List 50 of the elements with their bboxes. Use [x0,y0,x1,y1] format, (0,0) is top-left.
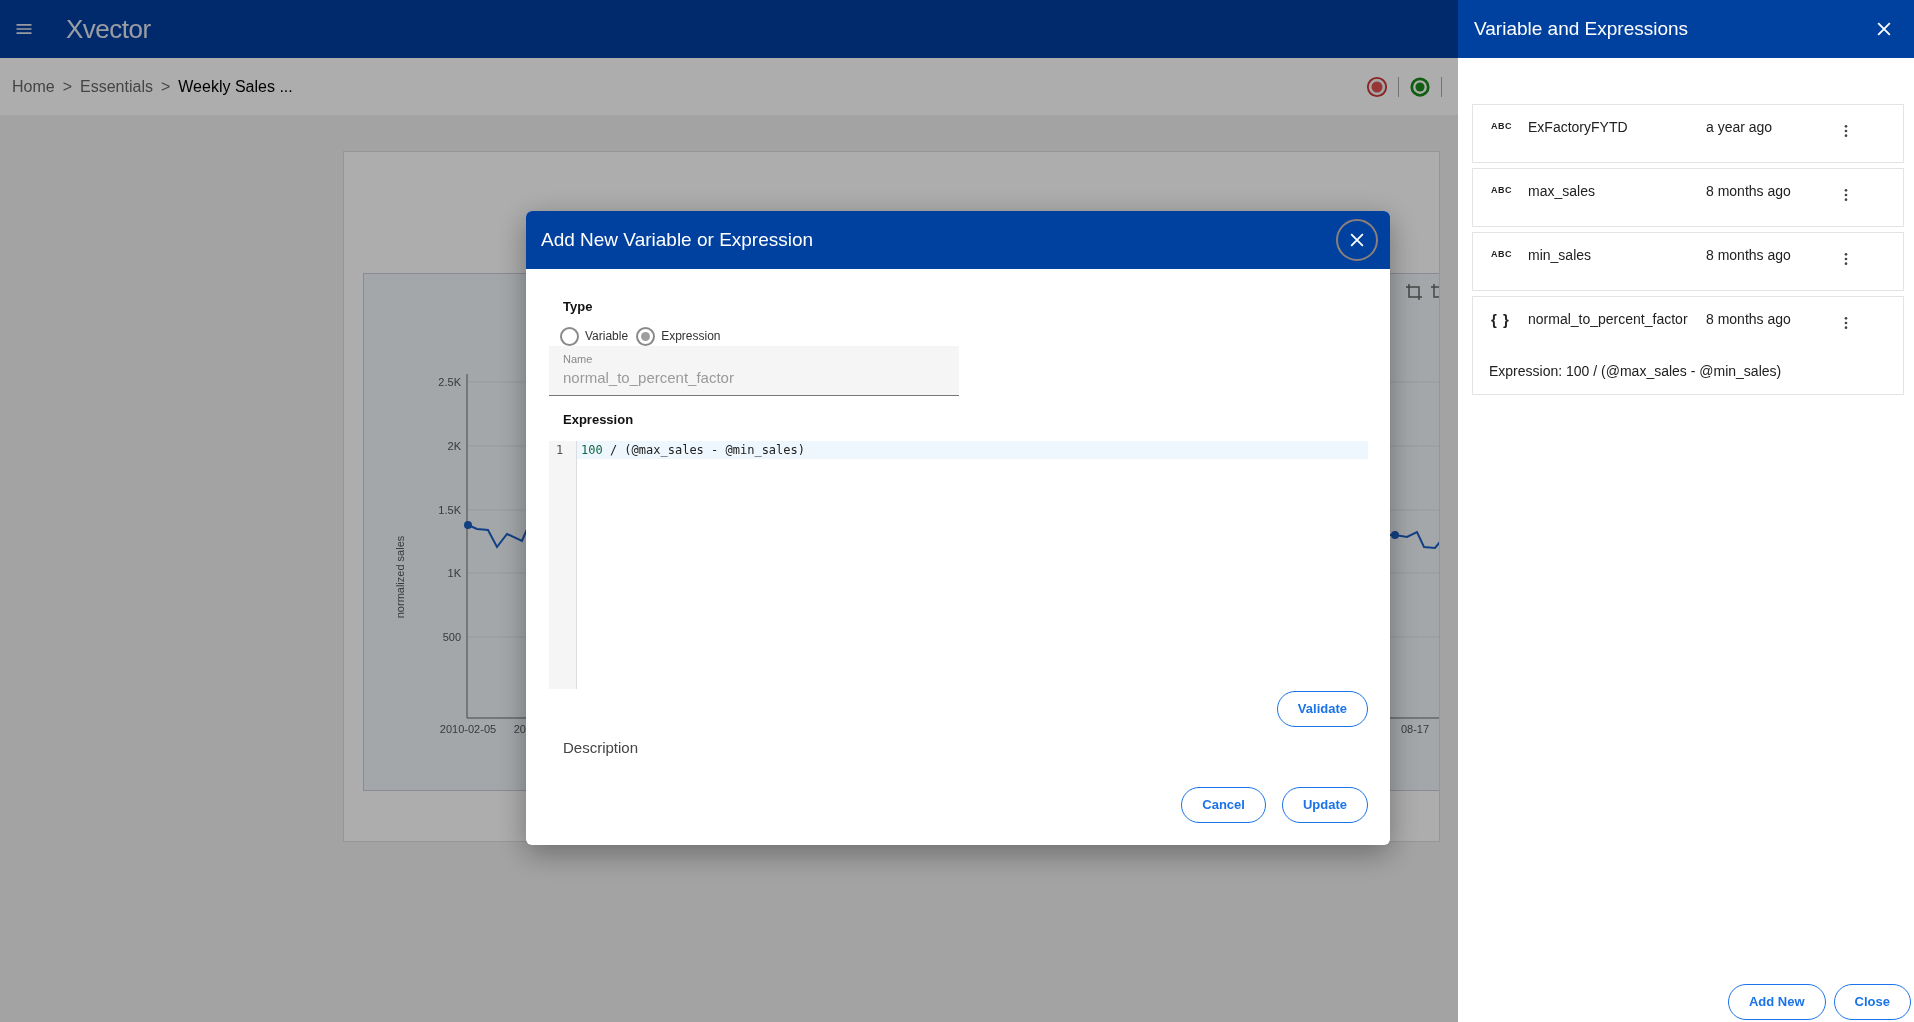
updated-time: 8 months ago [1706,246,1792,265]
updated-time: 8 months ago [1706,182,1792,201]
y-tick-label: 1K [447,567,461,579]
expression-text: Expression: 100 / (@max_sales - @min_sales) [1489,362,1783,381]
updated-time: 8 months ago [1706,310,1792,329]
panel-button[interactable]: Close [1833,984,1911,1020]
expression-icon: { } [1491,309,1528,332]
y-tick-label: 2K [447,440,461,452]
code-editor[interactable]: 1 100 / (@max_sales - @min_sales) [549,441,1368,689]
breadcrumb-item: Weekly Sales ... [178,76,293,97]
variable-card[interactable]: ABC min_sales 8 months ago [1472,232,1904,291]
code-line: 100 / (@max_sales - @min_sales) [580,443,805,457]
validate-button[interactable]: Validate [1276,691,1368,727]
dialog-title: Add New Variable or Expression [541,227,814,252]
updated-time: a year ago [1706,118,1774,137]
crop-icon[interactable] [1405,283,1423,301]
breadcrumb-item[interactable]: Essentials [80,74,153,99]
variable-card[interactable]: ABC max_sales 8 months ago [1472,168,1904,227]
variable-card[interactable]: { } normal_to_percent_factor 8 months ago Expression: 100 / (@max_sales - @min_sales) [1472,296,1904,395]
y-tick-label: 2.5K [438,376,461,388]
description-label: Description [562,738,640,758]
breadcrumb-item[interactable]: Home [12,74,55,99]
app-logo: Xvector [66,12,151,46]
text-type-icon: ABC [1491,245,1528,262]
crop-icon[interactable] [1430,283,1439,301]
text-type-icon: ABC [1491,181,1528,198]
dialog-button[interactable]: Cancel [1181,787,1266,823]
y-tick-label: 1.5K [438,504,461,516]
variable-name: max_sales [1528,182,1596,201]
line-number: 1 [555,442,565,459]
panel-button[interactable]: Add New [1727,984,1826,1020]
x-tick-label: 08-17 [1400,723,1430,735]
breadcrumb-separator: > [62,76,73,97]
variable-name: normal_to_percent_factor [1528,310,1689,329]
variable-name: ExFactoryFYTD [1528,118,1629,137]
variable-card[interactable]: ABC ExFactoryFYTD a year ago [1472,104,1904,163]
text-type-icon: ABC [1491,117,1528,134]
breadcrumb-separator: > [160,76,171,97]
dialog-button[interactable]: Update [1281,787,1368,823]
x-tick-label: 20 [513,723,526,735]
y-axis-title: normalized sales [394,535,406,619]
status-icon[interactable] [1366,75,1388,98]
expression-label: Expression [562,410,635,429]
online-status-icon[interactable] [1409,75,1431,98]
y-tick-label: 500 [442,631,461,643]
variable-name: min_sales [1528,246,1593,265]
close-button[interactable] [1336,219,1378,261]
panel-title: Variable and Expressions [1474,16,1689,41]
type-label: Type [562,298,594,316]
x-tick-label: 2010-02-05 [439,723,497,735]
